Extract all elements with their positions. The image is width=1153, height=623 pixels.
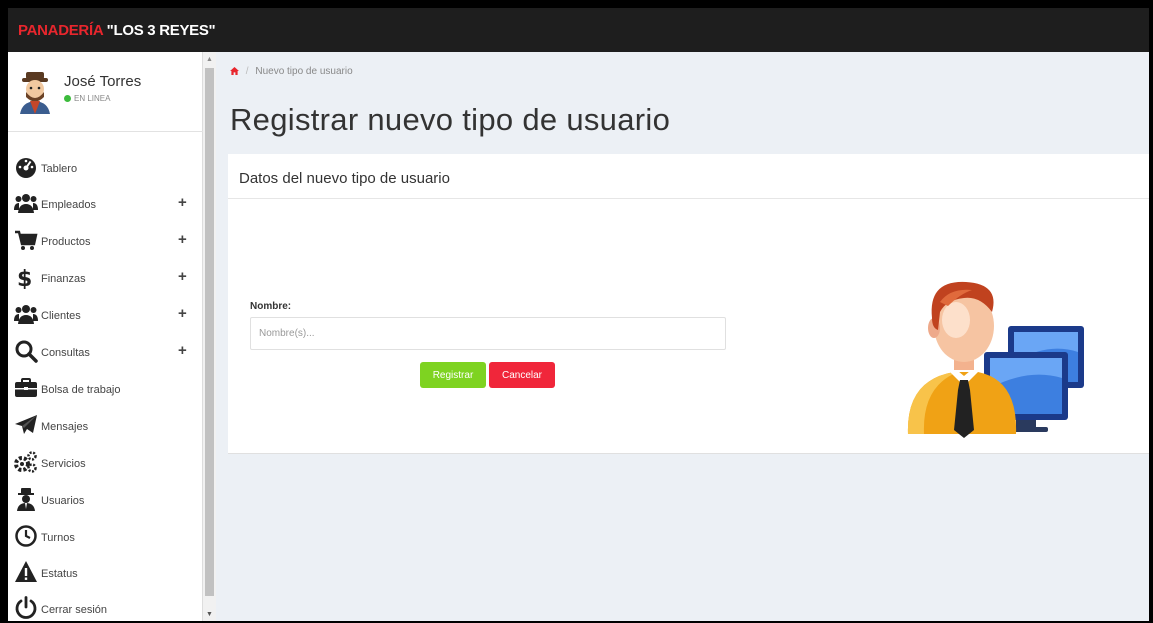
scroll-up-arrow-icon[interactable]: ▲ bbox=[206, 56, 213, 63]
sidebar-item-consultas[interactable]: Consultas + bbox=[8, 334, 203, 370]
users-icon bbox=[14, 194, 38, 213]
sidebar-item-empleados[interactable]: Empleados + bbox=[8, 186, 203, 222]
expand-plus-icon[interactable]: + bbox=[178, 305, 187, 322]
brand-name: PANADERÍA bbox=[18, 22, 103, 39]
brand-logo[interactable]: PANADERÍA "LOS 3 REYES" bbox=[18, 22, 216, 39]
briefcase-icon bbox=[15, 378, 37, 397]
expand-plus-icon[interactable]: + bbox=[178, 342, 187, 359]
clock-icon bbox=[15, 525, 37, 547]
svg-text:$: $ bbox=[17, 267, 32, 289]
sidebar-item-label: Bolsa de trabajo bbox=[41, 384, 121, 396]
sidebar-item-turnos[interactable]: Turnos bbox=[8, 519, 203, 555]
avatar bbox=[20, 72, 50, 114]
app-window: PANADERÍA "LOS 3 REYES" José Torres EN L… bbox=[8, 8, 1149, 621]
form-panel: Datos del nuevo tipo de usuario Nombre: … bbox=[228, 154, 1149, 454]
user-secret-icon bbox=[17, 488, 35, 511]
user-status: EN LINEA bbox=[64, 94, 110, 103]
sidebar-item-productos[interactable]: Productos + bbox=[8, 223, 203, 259]
breadcrumb: / Nuevo tipo de usuario bbox=[230, 66, 353, 77]
sidebar: José Torres EN LINEA Tablero Empleados +… bbox=[8, 52, 203, 621]
user-name: José Torres bbox=[64, 73, 142, 90]
cogs-icon bbox=[14, 451, 37, 473]
sidebar-item-cerrar-sesion[interactable]: Cerrar sesión bbox=[8, 591, 203, 621]
sidebar-item-mensajes[interactable]: Mensajes bbox=[8, 408, 203, 444]
user-status-text: EN LINEA bbox=[74, 94, 111, 103]
home-icon[interactable] bbox=[230, 67, 239, 75]
scroll-down-arrow-icon[interactable]: ▼ bbox=[206, 611, 213, 618]
paper-plane-icon bbox=[15, 415, 37, 434]
power-icon bbox=[15, 596, 37, 619]
expand-plus-icon[interactable]: + bbox=[178, 231, 187, 248]
sidebar-item-label: Clientes bbox=[41, 310, 81, 322]
register-button[interactable]: Registrar bbox=[420, 362, 486, 388]
warning-icon bbox=[15, 561, 37, 582]
name-input[interactable] bbox=[250, 317, 726, 350]
sidebar-item-label: Empleados bbox=[41, 199, 97, 211]
cart-icon bbox=[15, 230, 38, 250]
breadcrumb-current: Nuevo tipo de usuario bbox=[255, 66, 353, 77]
sidebar-item-estatus[interactable]: Estatus bbox=[8, 555, 203, 591]
sidebar-item-bolsa-de-trabajo[interactable]: Bolsa de trabajo bbox=[8, 371, 203, 407]
cancel-button[interactable]: Cancelar bbox=[489, 362, 555, 388]
breadcrumb-separator: / bbox=[245, 66, 249, 77]
expand-plus-icon[interactable]: + bbox=[178, 194, 187, 211]
sidebar-item-label: Mensajes bbox=[41, 421, 89, 433]
sidebar-item-label: Consultas bbox=[41, 347, 90, 359]
sidebar-item-label: Finanzas bbox=[41, 273, 86, 285]
sidebar-item-label: Productos bbox=[41, 236, 91, 248]
sidebar-item-label: Cerrar sesión bbox=[41, 604, 108, 616]
sidebar-scrollbar[interactable]: ▲ ▼ bbox=[203, 52, 216, 621]
search-icon bbox=[15, 340, 38, 363]
sidebar-item-label: Tablero bbox=[41, 163, 78, 175]
scrollbar-thumb[interactable] bbox=[205, 68, 214, 596]
users-icon bbox=[14, 305, 38, 324]
dashboard-icon bbox=[16, 158, 36, 178]
panel-heading: Datos del nuevo tipo de usuario bbox=[228, 154, 1149, 199]
panel-title: Datos del nuevo tipo de usuario bbox=[239, 170, 450, 187]
top-navbar: PANADERÍA "LOS 3 REYES" bbox=[8, 8, 1149, 52]
sidebar-item-usuarios[interactable]: Usuarios bbox=[8, 482, 203, 518]
sidebar-item-tablero[interactable]: Tablero bbox=[8, 150, 203, 186]
sidebar-item-servicios[interactable]: Servicios bbox=[8, 445, 203, 481]
sidebar-item-label: Turnos bbox=[41, 532, 75, 544]
user-computer-illustration bbox=[907, 281, 1084, 438]
sidebar-item-finanzas[interactable]: $ Finanzas + bbox=[8, 260, 203, 296]
dollar-icon: $ bbox=[17, 267, 32, 289]
sidebar-item-label: Usuarios bbox=[41, 495, 85, 507]
sidebar-item-clientes[interactable]: Clientes + bbox=[8, 297, 203, 333]
expand-plus-icon[interactable]: + bbox=[178, 268, 187, 285]
name-label: Nombre: bbox=[250, 301, 292, 312]
sidebar-item-label: Estatus bbox=[41, 568, 78, 580]
page-title: Registrar nuevo tipo de usuario bbox=[230, 102, 671, 137]
sidebar-item-label: Servicios bbox=[41, 458, 86, 470]
online-dot-icon bbox=[64, 95, 71, 102]
user-panel: José Torres EN LINEA bbox=[8, 52, 203, 132]
brand-subtitle: "LOS 3 REYES" bbox=[102, 22, 216, 39]
